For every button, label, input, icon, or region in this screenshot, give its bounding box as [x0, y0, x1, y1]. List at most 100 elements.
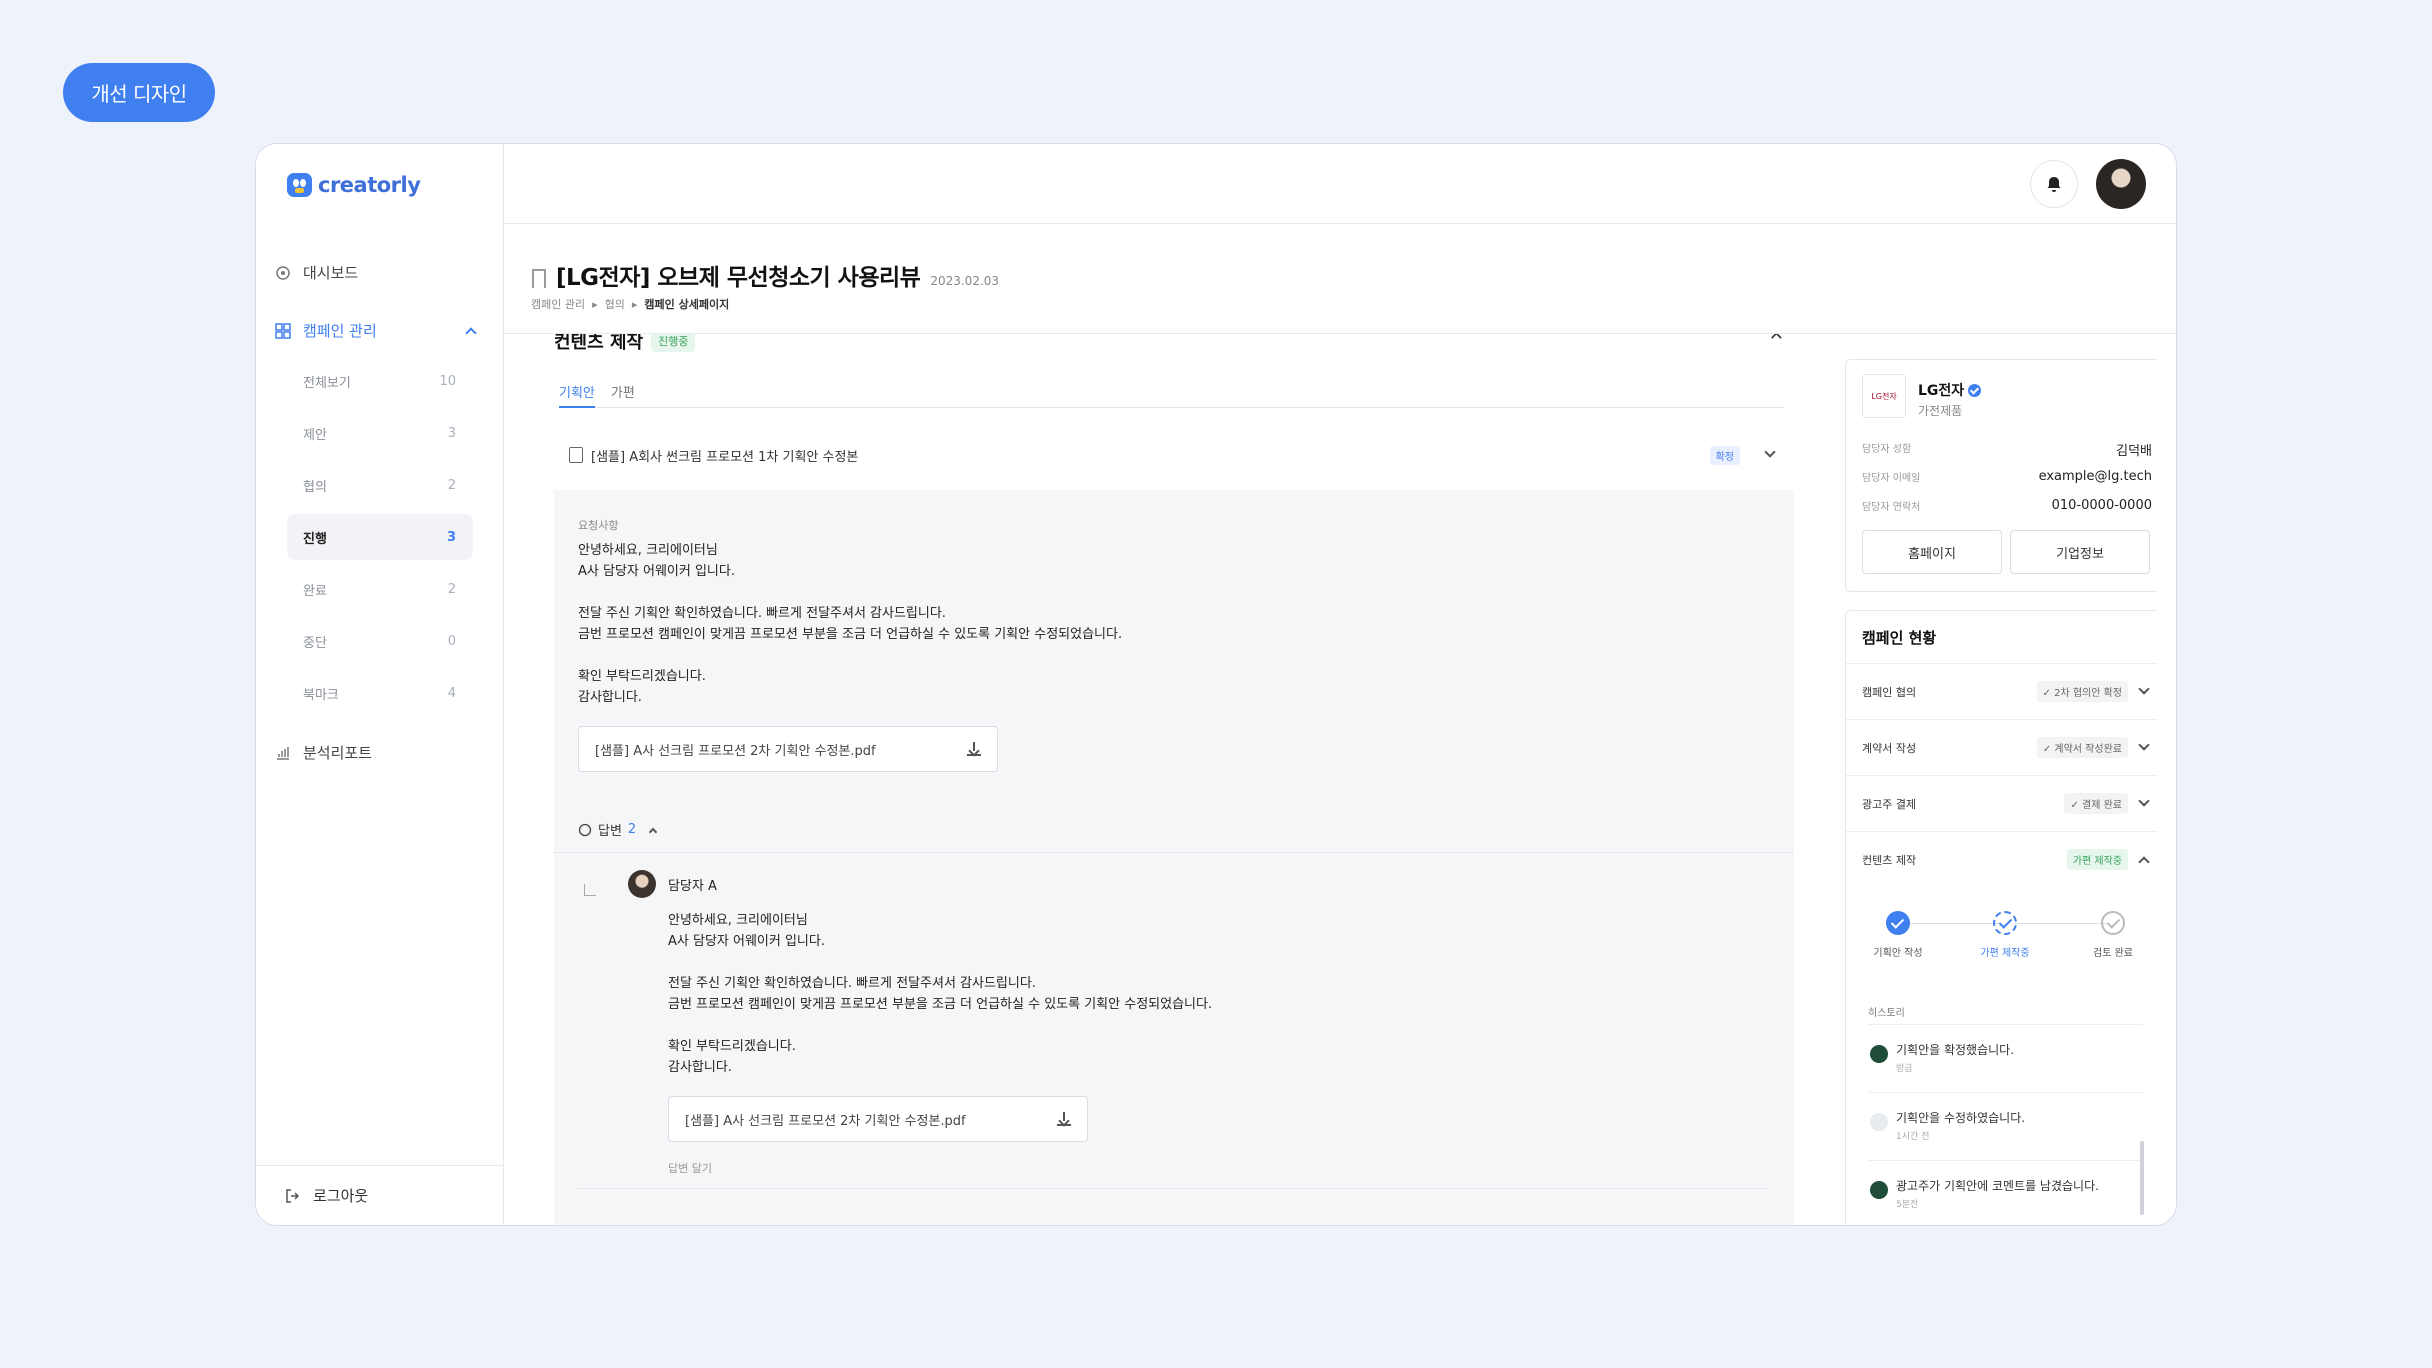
- attachment-file[interactable]: [샘플] A사 선크림 프로모션 2차 기획안 수정본.pdf: [578, 726, 998, 772]
- right-panel: LG전자 LG전자 가전제품 담당자 성함 김덕배 담당자 이메일 example@…: [1831, 334, 2157, 1225]
- history-label: 히스토리: [1868, 1008, 1905, 1019]
- logout-button[interactable]: 로그아웃: [256, 1165, 504, 1225]
- history-time: 5분전: [1896, 1200, 1919, 1210]
- section-title-text: 컨텐츠 제작: [554, 334, 644, 353]
- history-text: 기획안을 수정하였습니다.: [1896, 1111, 2026, 1125]
- reply-toggle[interactable]: 답변 2: [578, 820, 658, 839]
- status-row-label: 광고주 결제: [1862, 797, 1917, 811]
- status-row-negotiation[interactable]: 캠페인 협의 ✓ 2차 협의안 확정: [1846, 663, 2157, 719]
- breadcrumb-current: 캠페인 상세페이지: [644, 298, 730, 311]
- reply-attachment-file[interactable]: [샘플] A사 선크림 프로모션 2차 기획안 수정본.pdf: [668, 1096, 1088, 1142]
- history-time: 1시간 전: [1896, 1132, 1930, 1142]
- scrollbar[interactable]: [2140, 1141, 2144, 1215]
- sidebar-item-campaign[interactable]: 캠페인 관리: [275, 320, 477, 341]
- plan-item[interactable]: [샘플] A회사 썬크림 프로모션 1차 기획안 수정본 확정: [569, 434, 1776, 476]
- download-icon[interactable]: [1057, 1112, 1071, 1126]
- sub-label: 완료: [303, 583, 327, 599]
- bookmark-icon[interactable]: [532, 269, 546, 288]
- sidebar-item-label: 분석리포트: [303, 744, 373, 762]
- status-row-content[interactable]: 컨텐츠 제작 가편 제작중: [1846, 831, 2157, 887]
- sidebar-item-report[interactable]: 분석리포트: [275, 742, 372, 763]
- chevron-up-icon: [465, 326, 477, 339]
- chevron-down-icon[interactable]: [1764, 446, 1776, 458]
- homepage-button[interactable]: 홈페이지: [1862, 530, 2002, 574]
- history-time: 방금: [1896, 1064, 1913, 1074]
- section-title: 컨텐츠 제작 진행중: [554, 334, 696, 354]
- status-pill-text: 결제 완료: [2082, 800, 2122, 811]
- file-name: [샘플] A사 선크림 프로모션 2차 기획안 수정본.pdf: [595, 743, 876, 759]
- company-card: LG전자 LG전자 가전제품 담당자 성함 김덕배 담당자 이메일 example@…: [1845, 359, 2157, 592]
- divider: [578, 1188, 1768, 1189]
- status-pill: ✓ 결제 완료: [2064, 793, 2128, 814]
- sidebar-item-dashboard[interactable]: 대시보드: [275, 262, 358, 283]
- email-row: 담당자 이메일 example@lg.tech: [1862, 469, 2152, 484]
- sidebar-sub-all[interactable]: 전체보기 10: [287, 358, 473, 404]
- sub-label: 협의: [303, 479, 327, 495]
- avatar: [1870, 1045, 1888, 1063]
- chevron-down-icon: [2138, 682, 2150, 695]
- breadcrumb-item[interactable]: 협의: [605, 296, 625, 312]
- history-text: 기획안을 확정했습니다.: [1896, 1043, 2015, 1057]
- top-bar: [504, 144, 2176, 224]
- sub-label: 북마크: [303, 687, 339, 703]
- campaign-status-card: 캠페인 현황 캠페인 협의 ✓ 2차 협의안 확정 계약서 작성 ✓ 계약서 작…: [1845, 610, 2157, 1225]
- check-circle-icon: [1886, 911, 1910, 935]
- progress-steps: 기획안 작성 가편 제작중 검토 완료: [1846, 911, 2157, 981]
- design-version-badge: 개선 디자인: [63, 63, 215, 122]
- sidebar-sub-proposal[interactable]: 제안 3: [287, 410, 473, 456]
- history-item: 광고주가 기획안에 코멘트를 남겼습니다. 5분전: [1868, 1160, 2143, 1225]
- status-row-label: 계약서 작성: [1862, 741, 1917, 755]
- breadcrumb-separator-icon: ▸: [631, 297, 638, 311]
- page-title-row: [LG전자] 오브제 무선청소기 사용리뷰 2023.02.03: [532, 258, 999, 292]
- step-plan: 기획안 작성: [1853, 911, 1943, 959]
- chevron-up-icon: [648, 827, 658, 836]
- app-window: creatorly 대시보드 캠페인 관리 전체보기 10 제안 3 협의 2 진행 3…: [255, 143, 2177, 1226]
- reply-label: 답변: [598, 824, 622, 839]
- divider: [554, 852, 1794, 853]
- status-pill: ✓ 2차 협의안 확정: [2036, 681, 2128, 702]
- company-info-button[interactable]: 기업정보: [2010, 530, 2150, 574]
- sidebar-sub-stopped[interactable]: 중단 0: [287, 618, 473, 664]
- download-icon[interactable]: [967, 742, 981, 756]
- content-panel: 컨텐츠 제작 진행중 ✕ 기획안 가편 [샘플] A회사 썬크림 프로모션 1차…: [554, 334, 1794, 1225]
- step-label: 검토 완료: [2093, 948, 2133, 959]
- main-content: 컨텐츠 제작 진행중 ✕ 기획안 가편 [샘플] A회사 썬크림 프로모션 1차…: [504, 334, 1804, 1225]
- sidebar-item-label: 대시보드: [303, 264, 359, 282]
- step-label: 가편 제작중: [1980, 948, 2030, 959]
- status-row-payment[interactable]: 광고주 결제 ✓ 결제 완료: [1846, 775, 2157, 831]
- history-text: 광고주가 기획안에 코멘트를 남겼습니다.: [1896, 1179, 2099, 1193]
- sub-label: 진행: [303, 531, 327, 547]
- phone-value: 010-0000-0000: [2051, 498, 2152, 513]
- reply-action-link[interactable]: 답변 달기: [668, 1160, 712, 1176]
- breadcrumb-item[interactable]: 캠페인 관리: [531, 296, 585, 312]
- sidebar: creatorly 대시보드 캠페인 관리 전체보기 10 제안 3 협의 2 진행 3…: [256, 144, 504, 1225]
- chevron-down-icon: [2138, 794, 2150, 807]
- sidebar-sub-complete[interactable]: 완료 2: [287, 566, 473, 612]
- sub-label: 제안: [303, 427, 327, 443]
- breadcrumb: 캠페인 관리 ▸ 협의 ▸ 캠페인 상세페이지: [531, 296, 729, 312]
- status-row-contract[interactable]: 계약서 작성 ✓ 계약서 작성완료: [1846, 719, 2157, 775]
- notification-button[interactable]: [2030, 160, 2078, 208]
- status-row-label: 컨텐츠 제작: [1862, 853, 1917, 867]
- avatar: [628, 870, 656, 898]
- sub-count: 2: [447, 581, 456, 597]
- sub-count: 2: [447, 477, 456, 493]
- phone-row: 담당자 연락처 010-0000-0000: [1862, 498, 2152, 513]
- sidebar-sub-bookmark[interactable]: 북마크 4: [287, 670, 473, 716]
- email-value: example@lg.tech: [2038, 469, 2152, 484]
- brand-logo[interactable]: creatorly: [287, 173, 421, 197]
- tab-draft[interactable]: 가편: [611, 366, 635, 408]
- status-pill-text: 계약서 작성완료: [2054, 744, 2122, 755]
- comment-icon: [578, 823, 592, 836]
- close-icon[interactable]: ✕: [1769, 334, 1784, 345]
- sub-count: 0: [447, 633, 456, 649]
- history-item: 기획안을 확정했습니다. 방금: [1868, 1024, 2143, 1092]
- status-pill: ✓ 계약서 작성완료: [2036, 737, 2128, 758]
- brand-name: creatorly: [318, 173, 421, 197]
- user-avatar[interactable]: [2096, 159, 2146, 209]
- reply-body: 안녕하세요, 크리에이터님 A사 담당자 어웨이커 입니다. 전달 주신 기획안…: [668, 913, 1213, 1075]
- tab-plan[interactable]: 기획안: [559, 366, 595, 408]
- sidebar-sub-negotiation[interactable]: 협의 2: [287, 462, 473, 508]
- manager-row: 담당자 성함 김덕배: [1862, 440, 2152, 459]
- sidebar-sub-in-progress[interactable]: 진행 3: [287, 514, 473, 560]
